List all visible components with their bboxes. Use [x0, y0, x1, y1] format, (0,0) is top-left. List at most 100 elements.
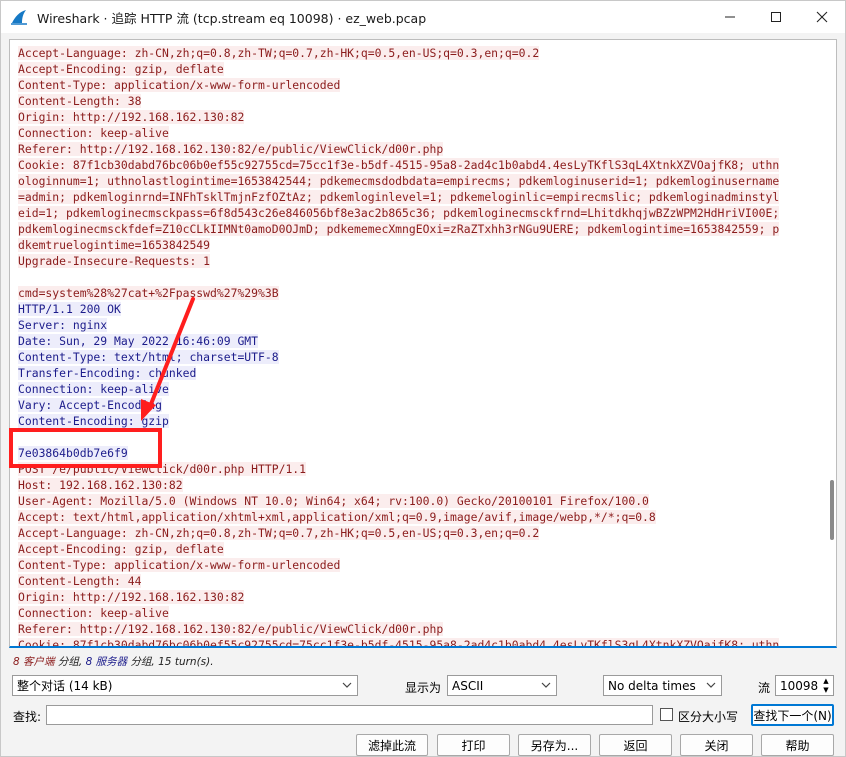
close-button[interactable]: 关闭: [680, 734, 753, 756]
server-text: Transfer-Encoding: chunked: [18, 366, 197, 380]
minimize-icon: [725, 16, 735, 18]
chevron-down-icon: [706, 682, 716, 688]
conversation-select-value: 整个对话 (14 kB): [17, 679, 113, 693]
stream-line: Referer: http://192.168.162.130:82/e/pub…: [18, 621, 444, 637]
stream-lines: Accept-Language: zh-CN,zh;q=0.8,zh-TW;q=…: [18, 45, 818, 646]
delta-times-select[interactable]: No delta times: [603, 675, 722, 696]
delta-times-select-value: No delta times: [608, 678, 696, 693]
options-row: 整个对话 (14 kB) 显示为 ASCII No delta times 流 …: [1, 675, 846, 699]
stream-status: 8 客户端 分组, 8 服务器 分组, 15 turn(s).: [13, 654, 214, 669]
follow-stream-window: Wireshark · 追踪 HTTP 流 (tcp.stream eq 100…: [0, 0, 846, 757]
close-window-button[interactable]: [799, 1, 845, 33]
client-text: Content-Length: 44: [18, 574, 142, 588]
back-button[interactable]: 返回: [599, 734, 672, 756]
stream-number-spinbox[interactable]: 10098 ▲ ▼: [775, 675, 834, 696]
server-label: 服务器: [95, 656, 128, 668]
client-text: Origin: http://192.168.162.130:82: [18, 590, 245, 604]
status-separator: 分组,: [57, 656, 83, 668]
chevron-down-icon: [541, 682, 551, 688]
client-text: Host: 192.168.162.130:82: [18, 478, 183, 492]
stream-line: Date: Sun, 29 May 2022 16:46:09 GMT: [18, 333, 259, 349]
conversation-select[interactable]: 整个对话 (14 kB): [12, 675, 358, 696]
stream-label: 流: [758, 681, 771, 695]
client-text: Referer: http://192.168.162.130:82/e/pub…: [18, 142, 444, 156]
client-text: pdkemloginecmsckfdef=Z10cCLkIIMNt0amoD0O…: [18, 222, 780, 236]
client-text: Cookie: 87f1cb30dabd76bc06b0ef55c92755cd…: [18, 158, 780, 172]
chevron-down-icon: [342, 682, 352, 688]
maximize-button[interactable]: [753, 1, 799, 33]
spin-arrows[interactable]: ▲ ▼: [820, 677, 832, 694]
server-text: HTTP/1.1 200 OK: [18, 302, 121, 316]
client-text: eid=1; pdkemloginecmsckpass=6f8d543c26e8…: [18, 206, 780, 220]
client-text: dkemtruelogintime=1653842549: [18, 238, 211, 252]
filter-out-button[interactable]: 滤掉此流: [356, 734, 428, 756]
stream-line: Vary: Accept-Encoding: [18, 397, 163, 413]
server-text: Server: nginx: [18, 318, 108, 332]
turn-count: 15 turn(s).: [158, 656, 214, 668]
find-next-label: 查找下一个(N): [753, 708, 832, 723]
stream-line: Transfer-Encoding: chunked: [18, 365, 197, 381]
stream-line: Cookie: 87f1cb30dabd76bc06b0ef55c92755cd…: [18, 637, 780, 646]
stream-line: Connection: keep-alive: [18, 125, 169, 141]
stream-line: pdkemloginecmsckfdef=Z10cCLkIIMNt0amoD0O…: [18, 221, 780, 237]
stream-line: Accept-Encoding: gzip, deflate: [18, 61, 224, 77]
case-sensitive-label: 区分大小写: [678, 710, 739, 724]
show-as-select[interactable]: ASCII: [447, 675, 557, 696]
save-as-button[interactable]: 另存为...: [518, 734, 591, 756]
stream-line: =admin; pdkemloginrnd=INFhTsklTmjnFzfOZt…: [18, 189, 780, 205]
find-next-button[interactable]: 查找下一个(N): [751, 704, 834, 726]
case-sensitive-checkbox[interactable]: [660, 708, 673, 721]
wireshark-fin-icon: [9, 7, 29, 27]
vertical-scrollbar-thumb[interactable]: [830, 480, 834, 540]
server-text: Connection: keep-alive: [18, 382, 169, 396]
find-input[interactable]: [46, 705, 653, 725]
client-text: Content-Type: application/x-www-form-url…: [18, 78, 341, 92]
stream-line: Upgrade-Insecure-Requests: 1: [18, 253, 211, 269]
stream-line: ologinnum=1; uthnolastlogintime=16538425…: [18, 173, 780, 189]
stream-line: Content-Length: 38: [18, 93, 142, 109]
stream-line: User-Agent: Mozilla/5.0 (Windows NT 10.0…: [18, 493, 649, 509]
stream-line: Connection: keep-alive: [18, 605, 169, 621]
stream-line: HTTP/1.1 200 OK: [18, 301, 121, 317]
client-text: POST /e/public/ViewClick/d00r.php HTTP/1…: [18, 462, 307, 476]
client-text: Origin: http://192.168.162.130:82: [18, 110, 245, 124]
stream-line: dkemtruelogintime=1653842549: [18, 237, 211, 253]
stream-line: Accept-Encoding: gzip, deflate: [18, 541, 224, 557]
stream-line: POST /e/public/ViewClick/d00r.php HTTP/1…: [18, 461, 307, 477]
stream-line: cmd=system%28%27cat+%2Fpasswd%27%29%3B: [18, 285, 279, 301]
stream-line: Cookie: 87f1cb30dabd76bc06b0ef55c92755cd…: [18, 157, 780, 173]
stream-line: Accept-Language: zh-CN,zh;q=0.8,zh-TW;q=…: [18, 525, 540, 541]
client-text: Connection: keep-alive: [18, 126, 169, 140]
stream-line: Accept-Language: zh-CN,zh;q=0.8,zh-TW;q=…: [18, 45, 540, 61]
stream-line: Referer: http://192.168.162.130:82/e/pub…: [18, 141, 444, 157]
window-controls: [707, 1, 845, 33]
client-text: Content-Type: application/x-www-form-url…: [18, 558, 341, 572]
client-text: Referer: http://192.168.162.130:82/e/pub…: [18, 622, 444, 636]
status-separator: 分组,: [130, 656, 155, 668]
title-bar[interactable]: Wireshark · 追踪 HTTP 流 (tcp.stream eq 100…: [1, 1, 845, 33]
server-text: Content-Type: text/html; charset=UTF-8: [18, 350, 279, 364]
server-text: Content-Encoding: gzip: [18, 414, 169, 428]
server-text: Date: Sun, 29 May 2022 16:46:09 GMT: [18, 334, 259, 348]
minimize-button[interactable]: [707, 1, 753, 33]
client-text: User-Agent: Mozilla/5.0 (Windows NT 10.0…: [18, 494, 649, 508]
client-packet-count: 8: [13, 656, 20, 668]
stream-line: Content-Type: application/x-www-form-url…: [18, 557, 341, 573]
help-button[interactable]: 帮助: [761, 734, 834, 756]
client-label: 客户端: [23, 656, 55, 668]
client-text: Accept-Language: zh-CN,zh;q=0.8,zh-TW;q=…: [18, 46, 540, 60]
print-button[interactable]: 打印: [437, 734, 510, 756]
stream-line: Origin: http://192.168.162.130:82: [18, 589, 245, 605]
client-text: Cookie: 87f1cb30dabd76bc06b0ef55c92755cd…: [18, 638, 780, 646]
close-icon: [816, 11, 828, 23]
spin-up-icon[interactable]: ▲: [823, 677, 828, 685]
stream-line: Host: 192.168.162.130:82: [18, 477, 183, 493]
stream-line: Accept: text/html,application/xhtml+xml,…: [18, 509, 656, 525]
stream-content-pane[interactable]: Accept-Language: zh-CN,zh;q=0.8,zh-TW;q=…: [9, 39, 837, 648]
spin-down-icon[interactable]: ▼: [823, 686, 828, 694]
stream-line: 7e03864b0db7e6f9: [18, 445, 128, 461]
stream-line: eid=1; pdkemloginecmsckpass=6f8d543c26e8…: [18, 205, 780, 221]
find-row: 查找: 区分大小写 查找下一个(N): [1, 704, 846, 728]
client-text: Upgrade-Insecure-Requests: 1: [18, 254, 211, 268]
stream-line: Content-Type: application/x-www-form-url…: [18, 77, 341, 93]
